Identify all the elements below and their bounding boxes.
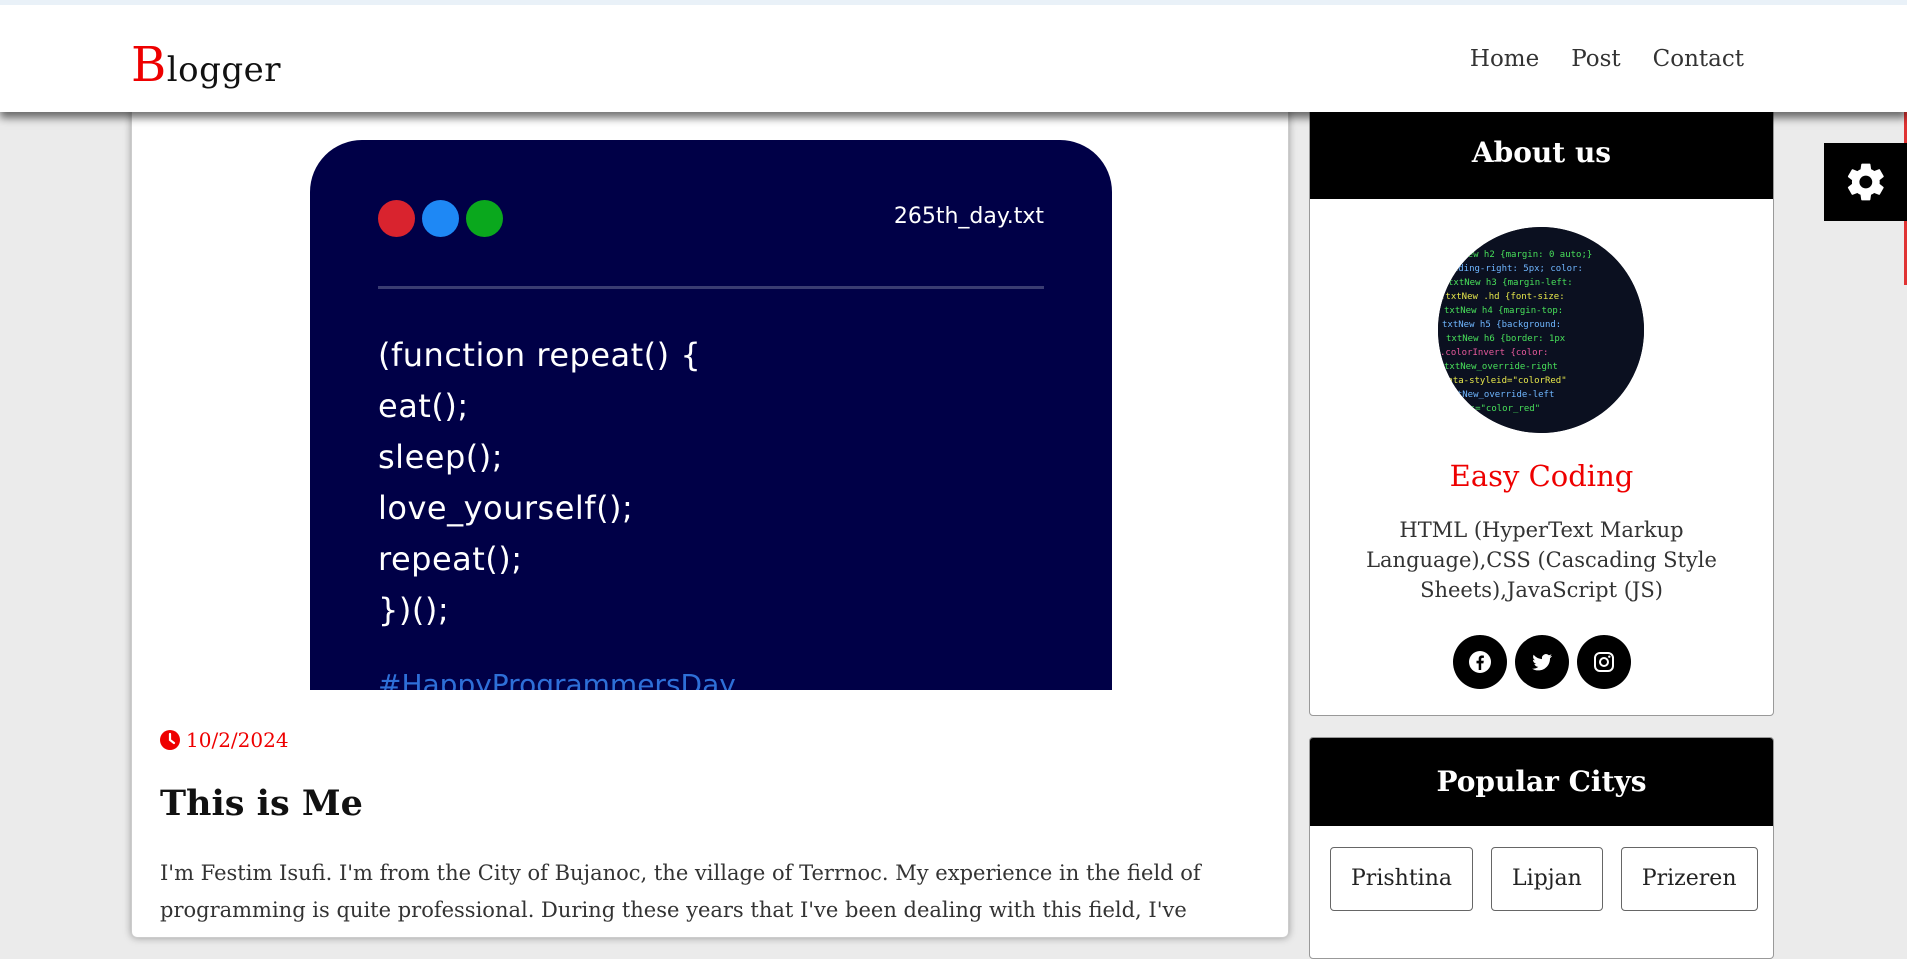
- avatar: txtNew h2 {margin: 0 auto;} padding-righ…: [1438, 227, 1644, 433]
- about-heading: About us: [1310, 107, 1773, 199]
- city-tag-prizeren[interactable]: Prizeren: [1620, 847, 1758, 911]
- site-logo[interactable]: Blogger: [131, 37, 281, 93]
- post-card: 265th_day.txt (function repeat() { eat()…: [131, 106, 1289, 938]
- svg-text:data-styleid="colorRed": data-styleid="colorRed": [1442, 376, 1567, 386]
- facebook-icon: [1468, 651, 1491, 673]
- popular-cities-widget: Popular Citys Prishtina Lipjan Prizeren: [1309, 737, 1774, 959]
- post-date: 10/2/2024: [160, 728, 289, 752]
- cities-heading: Popular Citys: [1310, 738, 1773, 826]
- instagram-button[interactable]: [1576, 635, 1631, 689]
- top-navbar: Blogger Home Post Contact: [0, 0, 1907, 112]
- about-name: Easy Coding: [1449, 459, 1634, 493]
- svg-text:txtNew_override-right: txtNew_override-right: [1444, 362, 1558, 372]
- logo-text: logger: [166, 50, 282, 90]
- svg-text:txtNew h6 {border: 1px: txtNew h6 {border: 1px: [1446, 334, 1566, 344]
- code-line: })();: [378, 591, 450, 629]
- svg-text:txtNew h2 {margin: 0 auto;}: txtNew h2 {margin: 0 auto;}: [1446, 250, 1592, 260]
- post-image: 265th_day.txt (function repeat() { eat()…: [310, 140, 1112, 690]
- twitter-icon: [1531, 654, 1552, 671]
- code-hashtag: #HappyProgrammersDay: [378, 668, 736, 690]
- social-links: [1310, 635, 1773, 689]
- facebook-button[interactable]: [1452, 635, 1507, 689]
- post-date-text: 10/2/2024: [186, 728, 289, 752]
- code-line: eat();: [378, 387, 469, 425]
- city-list: Prishtina Lipjan Prizeren: [1330, 847, 1758, 911]
- gear-icon: [1847, 163, 1884, 201]
- code-line: (function repeat() {: [378, 336, 702, 374]
- code-line: sleep();: [378, 438, 503, 476]
- green-dot: [466, 200, 503, 237]
- city-tag-prishtina[interactable]: Prishtina: [1330, 847, 1473, 911]
- svg-text:txtNew h4 {margin-top:: txtNew h4 {margin-top:: [1444, 306, 1563, 316]
- code-line: love_yourself();: [378, 489, 634, 527]
- svg-text:class="color_red": class="color_red": [1448, 404, 1540, 414]
- main-nav: Home Post Contact: [1470, 46, 1744, 72]
- about-widget: About us txtNew h2 {margin: 0 auto;} pad…: [1309, 106, 1774, 716]
- code-filename: 265th_day.txt: [893, 204, 1044, 229]
- code-screen-image: txtNew h2 {margin: 0 auto;} padding-righ…: [1438, 227, 1644, 433]
- code-line: repeat();: [378, 540, 523, 578]
- red-dot: [378, 200, 415, 237]
- svg-text:txtNew h5 {background:: txtNew h5 {background:: [1442, 320, 1561, 330]
- city-tag-lipjan[interactable]: Lipjan: [1490, 847, 1603, 911]
- logo-initial: B: [131, 37, 167, 93]
- code-divider: [378, 286, 1044, 289]
- blue-dot: [422, 200, 459, 237]
- settings-button[interactable]: [1824, 143, 1907, 221]
- nav-contact[interactable]: Contact: [1653, 46, 1744, 72]
- code-block: (function repeat() { eat(); sleep(); lov…: [378, 330, 701, 636]
- svg-text:txtNew_override-left: txtNew_override-left: [1446, 390, 1554, 400]
- svg-text:txtNew h3 {margin-left:: txtNew h3 {margin-left:: [1448, 278, 1573, 288]
- twitter-button[interactable]: [1514, 635, 1569, 689]
- svg-text:.colorInvert {color:: .colorInvert {color:: [1440, 348, 1548, 358]
- clock-icon: [160, 730, 180, 750]
- post-body: I'm Festim Isufi. I'm from the City of B…: [160, 861, 1201, 922]
- about-description: HTML (HyperText Markup Language),CSS (Ca…: [1366, 518, 1717, 602]
- post-title: This is Me: [160, 783, 363, 824]
- nav-home[interactable]: Home: [1470, 46, 1539, 72]
- svg-text:.txtNew .hd {font-size:: .txtNew .hd {font-size:: [1440, 292, 1565, 302]
- nav-post[interactable]: Post: [1571, 46, 1620, 72]
- svg-text:padding-right: 5px; color:: padding-right: 5px; color:: [1442, 264, 1583, 274]
- instagram-icon: [1593, 652, 1614, 672]
